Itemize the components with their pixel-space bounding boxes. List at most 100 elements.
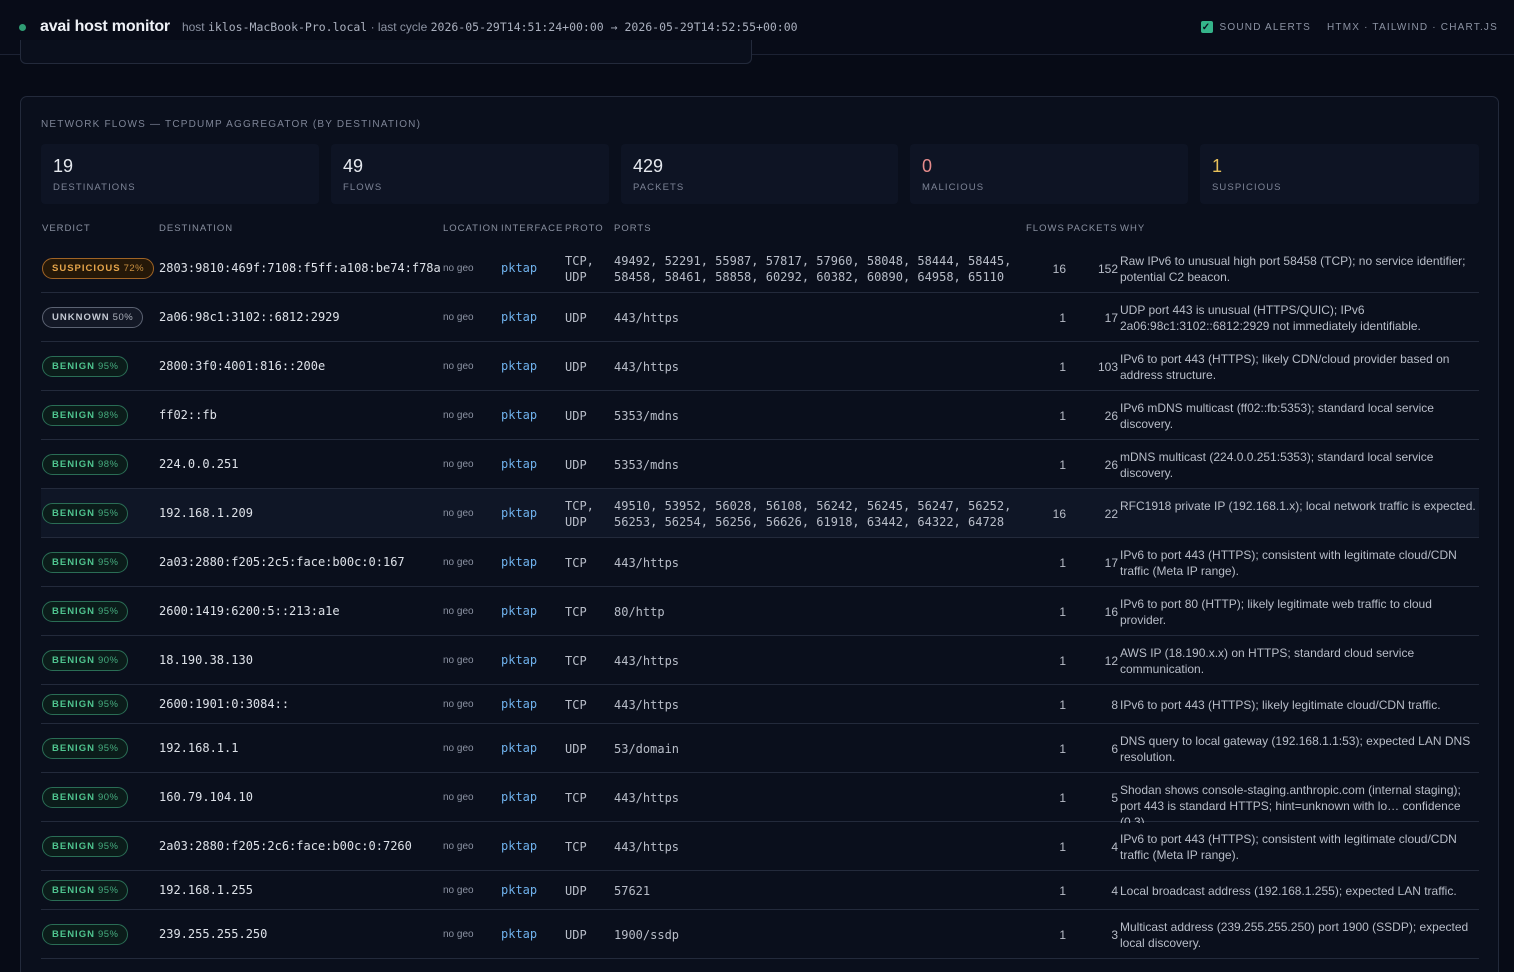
table-row[interactable]: BENIGN 95% 192.168.1.255 no geo pktap UDP 5762…: [41, 871, 1479, 910]
packet-count: 17: [1104, 555, 1118, 570]
column-ports[interactable]: PORTS: [614, 223, 652, 234]
flow-count: 1: [1059, 883, 1066, 898]
column-destination[interactable]: DESTINATION: [159, 223, 233, 234]
interface-link[interactable]: pktap: [501, 883, 537, 897]
verdict-badge: BENIGN 95%: [42, 600, 129, 622]
panel-title: NETWORK FLOWS — TCPDUMP AGGREGATOR (BY D…: [41, 119, 422, 130]
column-proto[interactable]: PROTO: [565, 223, 604, 234]
table-row[interactable]: BENIGN 95% 2a03:2880:f205:2c6:face:b00c:0:…: [41, 822, 1479, 871]
verdict-badge: BENIGN 95%: [42, 835, 129, 857]
ports: 49510, 53952, 56028, 56108, 56242, 56245…: [614, 498, 1012, 529]
destination-address: 160.79.104.10: [159, 789, 253, 804]
why-explanation: IPv6 mDNS multicast (ff02::fb:5353); sta…: [1120, 400, 1434, 431]
interface-link[interactable]: pktap: [501, 741, 537, 755]
location: no geo: [443, 698, 474, 710]
stat-label: SUSPICIOUS: [1212, 182, 1282, 193]
column-flows[interactable]: FLOWS: [1026, 223, 1065, 234]
interface-link[interactable]: pktap: [501, 604, 537, 618]
table-row[interactable]: BENIGN 95% 239.255.255.250 no geo pktap UDP 19…: [41, 910, 1479, 959]
packet-count: 4: [1111, 883, 1118, 898]
verdict-badge: BENIGN 95%: [42, 923, 129, 945]
table-row[interactable]: BENIGN 90% 18.190.38.130 no geo pktap TCP 443/…: [41, 636, 1479, 685]
verdict-badge: BENIGN 95%: [42, 693, 129, 715]
packet-count: 3: [1111, 927, 1118, 942]
table-row[interactable]: BENIGN 95% 2600:1901:0:3084:: no geo pktap TC…: [41, 685, 1479, 724]
table-row[interactable]: BENIGN 90% 160.79.104.10 no geo pktap TCP 443/…: [41, 773, 1479, 823]
stat-value: 0: [922, 156, 933, 176]
verdict-badge: BENIGN 95%: [42, 879, 129, 901]
table-row[interactable]: SUSPICIOUS 72% 2803:9810:469f:7108:f5ff:a1…: [41, 244, 1479, 293]
verdict-confidence: 90%: [97, 654, 119, 666]
topbar-right: ✓ SOUND ALERTS HTMX · TAILWIND · CHART.J…: [1200, 21, 1499, 33]
why-explanation: IPv6 to port 80 (HTTP); likely legitimat…: [1120, 596, 1432, 627]
status-dot-icon: [19, 23, 26, 31]
table-row[interactable]: BENIGN 95% 192.168.1.1 no geo pktap UDP 53/dom…: [41, 724, 1479, 773]
location: no geo: [443, 742, 474, 754]
ports: 53/domain: [614, 741, 680, 756]
verdict-confidence: 95%: [97, 556, 119, 568]
protocol: UDP: [565, 359, 587, 374]
interface-link[interactable]: pktap: [501, 555, 537, 569]
destination-address: 2a03:2880:f205:2c5:face:b00c:0:167: [159, 554, 405, 569]
flow-count: 1: [1059, 839, 1066, 854]
column-interface[interactable]: INTERFACE: [501, 223, 563, 234]
table-row[interactable]: UNKNOWN 50% 2a06:98c1:3102::6812:2929 no ge…: [41, 293, 1479, 342]
destination-address: ff02::fb: [159, 407, 217, 422]
flow-count: 1: [1059, 697, 1066, 712]
table-row[interactable]: BENIGN 95% 2800:3f0:4001:816::200e no geo pk…: [41, 342, 1479, 391]
verdict-label: BENIGN: [52, 840, 95, 852]
flow-count: 1: [1059, 408, 1066, 423]
why-explanation: Multicast address (239.255.255.250) port…: [1120, 919, 1469, 950]
interface-link[interactable]: pktap: [501, 790, 537, 804]
verdict-label: BENIGN: [52, 884, 95, 896]
table-row[interactable]: BENIGN 98% ff02::fb no geo pktap UDP 5353/mdns…: [41, 391, 1479, 440]
packet-count: 152: [1097, 261, 1118, 276]
protocol: TCP: [565, 555, 587, 570]
why-explanation: Raw IPv6 to unusual high port 58458 (TCP…: [1120, 253, 1466, 284]
stat-suspicious: 1 SUSPICIOUS: [1200, 144, 1479, 204]
protocol: TCP, UDP: [565, 253, 594, 284]
cycle-label: · last cycle: [370, 20, 428, 34]
interface-link[interactable]: pktap: [501, 697, 537, 711]
verdict-badge: BENIGN 95%: [42, 737, 129, 759]
packet-count: 6: [1111, 741, 1118, 756]
interface-link[interactable]: pktap: [501, 506, 537, 520]
location: no geo: [443, 409, 474, 421]
column-verdict[interactable]: VERDICT: [42, 223, 91, 234]
why-explanation: Shodan shows console-staging.anthropic.c…: [1120, 782, 1461, 823]
flow-count: 1: [1059, 927, 1066, 942]
table-row[interactable]: BENIGN 95% 2600:1419:6200:5::213:a1e no geo…: [41, 587, 1479, 636]
interface-link[interactable]: pktap: [501, 359, 537, 373]
interface-link[interactable]: pktap: [501, 927, 537, 941]
column-why[interactable]: WHY: [1120, 223, 1145, 234]
location: no geo: [443, 507, 474, 519]
protocol: UDP: [565, 457, 587, 472]
interface-link[interactable]: pktap: [501, 839, 537, 853]
column-location[interactable]: LOCATION: [443, 223, 499, 234]
stat-value: 19: [53, 156, 74, 176]
sound-alerts-checkbox[interactable]: ✓: [1200, 21, 1213, 33]
packet-count: 26: [1104, 457, 1118, 472]
protocol: UDP: [565, 408, 587, 423]
stat-label: DESTINATIONS: [53, 182, 136, 193]
interface-link[interactable]: pktap: [501, 457, 537, 471]
interface-link[interactable]: pktap: [501, 310, 537, 324]
ports: 443/https: [614, 555, 680, 570]
destination-address: 192.168.1.255: [159, 882, 253, 897]
table-row[interactable]: BENIGN 95% 2a03:2880:f205:2c5:face:b00c:0:…: [41, 538, 1479, 587]
interface-link[interactable]: pktap: [501, 408, 537, 422]
interface-link[interactable]: pktap: [501, 653, 537, 667]
host-label: host: [181, 20, 205, 34]
interface-link[interactable]: pktap: [501, 261, 537, 275]
sound-alerts-label[interactable]: SOUND ALERTS: [1220, 22, 1311, 33]
protocol: UDP: [565, 883, 587, 898]
location: no geo: [443, 311, 474, 323]
location: no geo: [443, 791, 474, 803]
table-row[interactable]: BENIGN 95% 192.168.1.209 no geo pktap TCP, UD…: [41, 489, 1479, 538]
table-row[interactable]: BENIGN 98% 224.0.0.251 no geo pktap UDP 5353/m…: [41, 440, 1479, 489]
column-packets[interactable]: PACKETS: [1067, 223, 1118, 234]
stat-label: PACKETS: [633, 182, 685, 193]
verdict-badge: BENIGN 95%: [42, 551, 129, 573]
verdict-confidence: 95%: [97, 360, 119, 372]
packet-count: 4: [1111, 839, 1118, 854]
